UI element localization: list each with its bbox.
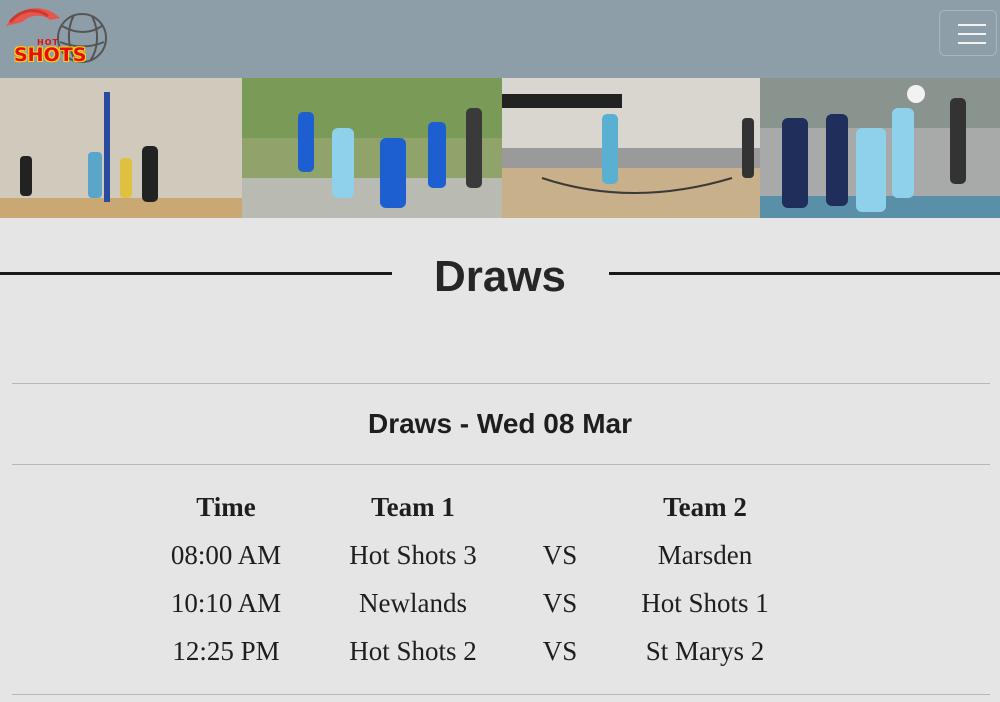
logo-shots-text: SHOTS xyxy=(14,44,87,66)
table-row: 12:25 PM Hot Shots 2 VS St Marys 2 xyxy=(0,636,1000,684)
netball-photo-4 xyxy=(760,78,1000,218)
hamburger-menu-icon-line xyxy=(958,42,986,44)
menu-toggle-button[interactable] xyxy=(939,10,997,56)
divider xyxy=(12,694,990,695)
divider xyxy=(12,383,990,384)
match-time: 10:10 AM xyxy=(170,588,282,618)
team1-name: Hot Shots 2 xyxy=(349,636,477,666)
table-row: 08:00 AM Hot Shots 3 VS Marsden xyxy=(0,540,1000,588)
match-time: 12:25 PM xyxy=(172,636,280,666)
vs-label: VS xyxy=(542,588,578,618)
site-header: HOT SHOTS xyxy=(0,0,1000,78)
page-title: Draws xyxy=(433,252,567,301)
table-header-row: Time Team 1 Team 2 xyxy=(0,492,1000,540)
photo-banner xyxy=(0,78,1000,218)
hamburger-menu-icon xyxy=(958,24,986,26)
vs-label: VS xyxy=(542,540,578,570)
column-header-team1: Team 1 xyxy=(371,492,455,522)
team1-name: Newlands xyxy=(359,588,467,618)
netball-photo-3 xyxy=(502,78,760,218)
team1-name: Hot Shots 3 xyxy=(349,540,477,570)
table-row: 10:10 AM Newlands VS Hot Shots 1 xyxy=(0,588,1000,636)
team2-name: St Marys 2 xyxy=(645,636,765,666)
vs-label: VS xyxy=(542,636,578,666)
netball-photo-2 xyxy=(242,78,502,218)
match-time: 08:00 AM xyxy=(170,540,282,570)
team2-name: Hot Shots 1 xyxy=(641,588,769,618)
draws-date-heading: Draws - Wed 08 Mar xyxy=(367,408,633,439)
hot-shots-logo[interactable]: HOT SHOTS xyxy=(4,4,110,66)
team2-name: Marsden xyxy=(657,540,753,570)
divider xyxy=(12,464,990,465)
column-header-time: Time xyxy=(196,492,256,522)
hamburger-menu-icon-line xyxy=(958,33,986,35)
column-header-team2: Team 2 xyxy=(663,492,747,522)
netball-photo-1 xyxy=(0,78,242,218)
